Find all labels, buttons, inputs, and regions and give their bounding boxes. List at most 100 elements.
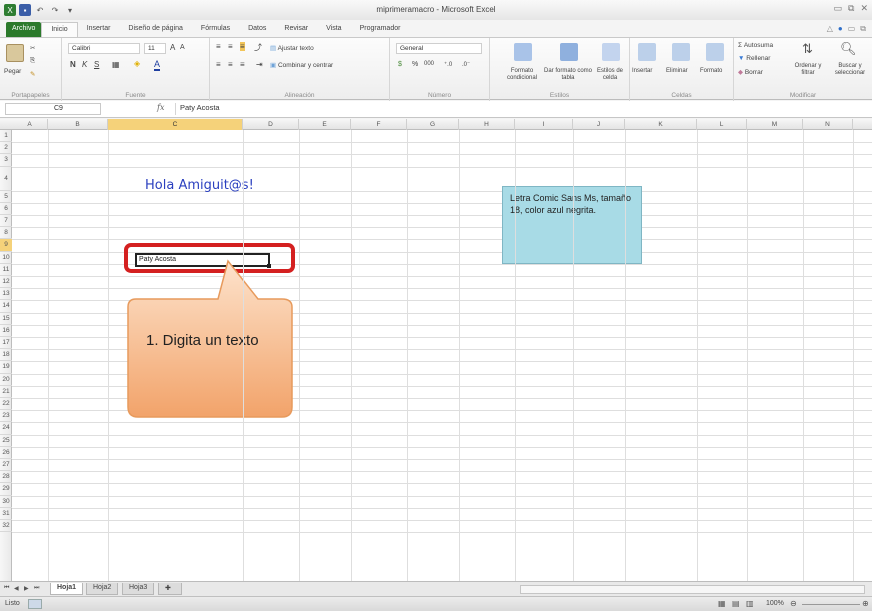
indent-icon[interactable]: ⇥ <box>256 60 263 69</box>
cell-styles-button[interactable]: Estilos de celda <box>592 68 628 82</box>
macro-record-icon[interactable] <box>28 599 42 609</box>
insert-button[interactable]: Insertar <box>632 68 652 74</box>
merge-center-button[interactable]: ▣ Combinar y centrar <box>270 61 333 69</box>
normal-view-icon[interactable]: ▦ <box>718 599 726 608</box>
restore-icon[interactable]: ⧉ <box>848 3 854 14</box>
column-header-m[interactable]: M <box>747 119 803 130</box>
bold-icon[interactable]: N <box>70 60 76 69</box>
delete-cells-icon[interactable] <box>672 43 690 61</box>
column-header-e[interactable]: E <box>299 119 351 130</box>
sort-filter-icon[interactable]: ⇅ <box>802 41 813 57</box>
row-header-16[interactable]: 16 <box>0 325 12 337</box>
find-select-button[interactable]: Buscar y seleccionar <box>830 63 870 77</box>
workbook-restore-icon[interactable]: ⧉ <box>860 24 866 34</box>
row-header-6[interactable]: 6 <box>0 203 12 215</box>
wrap-text-button[interactable]: ▤ Ajustar texto <box>270 44 314 52</box>
row-header-32[interactable]: 32 <box>0 520 12 533</box>
row-header-17[interactable]: 17 <box>0 337 12 350</box>
sort-filter-button[interactable]: Ordenar y filtrar <box>788 63 828 77</box>
row-header-18[interactable]: 18 <box>0 349 12 362</box>
row-header-8[interactable]: 8 <box>0 227 12 240</box>
tab-insertar[interactable]: Insertar <box>78 22 120 37</box>
italic-icon[interactable]: K <box>82 60 87 69</box>
align-right-icon[interactable]: ≡ <box>240 60 245 69</box>
find-select-icon[interactable]: 🔍︎ <box>840 41 857 57</box>
zoom-slider[interactable] <box>802 604 860 605</box>
format-table-button[interactable]: Dar formato como tabla <box>544 68 592 82</box>
fx-icon[interactable]: fx <box>157 103 164 112</box>
row-header-31[interactable]: 31 <box>0 508 12 520</box>
column-header-a[interactable]: A <box>12 119 48 130</box>
name-box[interactable]: C9 <box>5 103 101 115</box>
tab-programador[interactable]: Programador <box>351 22 410 37</box>
decrease-decimal-icon[interactable]: .0⁻ <box>462 61 470 68</box>
align-top-icon[interactable]: ≡ <box>216 42 221 51</box>
row-header-30[interactable]: 30 <box>0 496 12 508</box>
row-header-10[interactable]: 10 <box>0 252 12 264</box>
row-header-20[interactable]: 20 <box>0 374 12 386</box>
insert-cells-icon[interactable] <box>638 43 656 61</box>
row-header-28[interactable]: 28 <box>0 471 12 484</box>
column-header-g[interactable]: G <box>407 119 459 130</box>
row-header-15[interactable]: 15 <box>0 313 12 325</box>
tab-archivo[interactable]: Archivo <box>6 22 42 37</box>
row-header-11[interactable]: 11 <box>0 264 12 276</box>
close-icon[interactable]: ✕ <box>860 3 868 14</box>
cell-styles-icon[interactable] <box>602 43 620 61</box>
row-header-19[interactable]: 19 <box>0 361 12 374</box>
tab-inicio[interactable]: Inicio <box>41 22 78 37</box>
row-header-14[interactable]: 14 <box>0 300 12 313</box>
format-table-icon[interactable] <box>560 43 578 61</box>
sheet-tab-hoja3[interactable]: Hoja3 <box>122 583 155 595</box>
insert-sheet-icon[interactable]: ✚ <box>158 583 182 595</box>
increase-decimal-icon[interactable]: ⁺.0 <box>444 61 452 68</box>
column-header-b[interactable]: B <box>48 119 108 130</box>
cell-c4[interactable]: Hola Amiguit@s! <box>145 178 254 193</box>
paste-label[interactable]: Pegar <box>4 68 21 75</box>
horizontal-scrollbar[interactable] <box>520 585 865 594</box>
font-color-icon[interactable]: A <box>154 59 161 71</box>
borders-icon[interactable]: ▦ <box>112 60 120 69</box>
fill-color-icon[interactable]: ◈ <box>134 59 140 68</box>
column-header-d[interactable]: D <box>243 119 299 130</box>
column-header-f[interactable]: F <box>351 119 407 130</box>
minimize-icon[interactable]: ▭ <box>834 3 843 14</box>
tab-diseno-pagina[interactable]: Diseño de página <box>119 22 192 37</box>
column-header-j[interactable]: J <box>573 119 625 130</box>
conditional-format-icon[interactable] <box>514 43 532 61</box>
fill-button[interactable]: ▼ Rellenar <box>738 55 770 62</box>
format-painter-icon[interactable]: ✎ <box>30 70 35 78</box>
percent-icon[interactable]: % <box>412 61 418 68</box>
row-header-21[interactable]: 21 <box>0 386 12 398</box>
tab-vista[interactable]: Vista <box>317 22 350 37</box>
row-header-22[interactable]: 22 <box>0 398 12 411</box>
next-sheet-icon[interactable]: ▶ <box>24 585 29 592</box>
align-bottom-icon[interactable]: ≡ <box>240 42 245 51</box>
grow-font-icon[interactable]: A <box>170 43 175 52</box>
align-left-icon[interactable]: ≡ <box>216 60 221 69</box>
column-header-n[interactable]: N <box>803 119 853 130</box>
row-header-5[interactable]: 5 <box>0 191 12 203</box>
column-header-k[interactable]: K <box>625 119 697 130</box>
align-middle-icon[interactable]: ≡ <box>228 42 233 51</box>
ribbon-minimize-icon[interactable]: △ <box>827 24 833 34</box>
row-header-12[interactable]: 12 <box>0 276 12 289</box>
zoom-out-icon[interactable]: ⊖ <box>790 599 797 608</box>
workbook-minimize-icon[interactable]: ▭ <box>848 24 856 34</box>
underline-icon[interactable]: S <box>94 60 99 69</box>
conditional-format-button[interactable]: Formato condicional <box>500 68 544 82</box>
tab-formulas[interactable]: Fórmulas <box>192 22 239 37</box>
cut-icon[interactable]: ✂ <box>30 44 35 52</box>
row-header-13[interactable]: 13 <box>0 288 12 301</box>
text-box-note[interactable]: Letra Comic Sans Ms, tamaño 18, color az… <box>502 186 642 264</box>
format-cells-icon[interactable] <box>706 43 724 61</box>
align-center-icon[interactable]: ≡ <box>228 60 233 69</box>
sheet-tab-hoja1[interactable]: Hoja1 <box>50 583 84 595</box>
paste-icon[interactable] <box>6 44 24 62</box>
last-sheet-icon[interactable]: ⏭ <box>34 585 39 592</box>
currency-icon[interactable]: $ <box>398 61 402 68</box>
clear-button[interactable]: ◆ Borrar <box>738 68 763 76</box>
column-header-h[interactable]: H <box>459 119 515 130</box>
row-header-3[interactable]: 3 <box>0 154 12 167</box>
zoom-in-icon[interactable]: ⊕ <box>862 599 869 608</box>
